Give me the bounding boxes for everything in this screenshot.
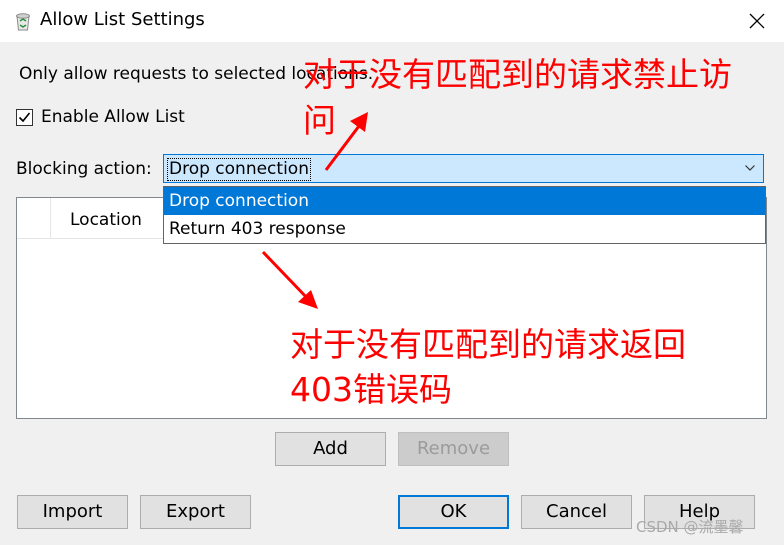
annotation-arrow-up xyxy=(324,112,368,171)
annotation-arrows xyxy=(261,112,368,309)
watermark: CSDN @流墨馨 xyxy=(636,518,744,536)
annotation-arrow-down xyxy=(261,250,318,309)
